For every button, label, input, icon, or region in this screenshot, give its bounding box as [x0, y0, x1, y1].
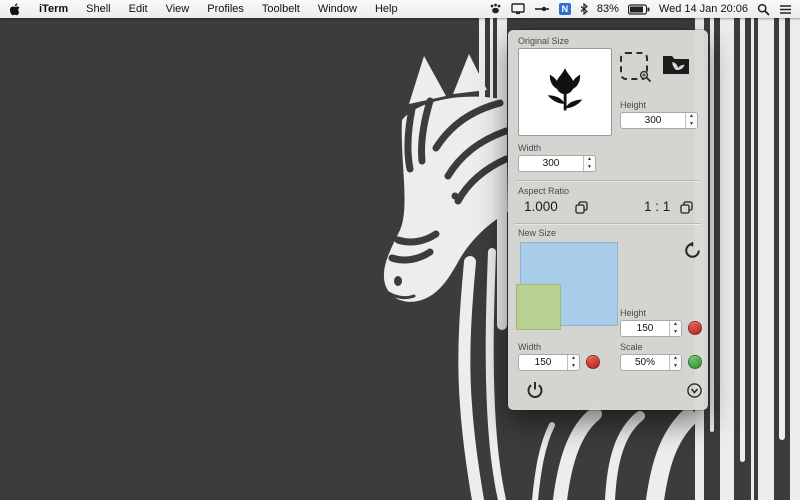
battery-icon[interactable] — [628, 4, 650, 15]
menu-app-name[interactable]: iTerm — [30, 0, 77, 18]
original-height-field[interactable]: 300 ▲▼ — [620, 112, 698, 129]
expand-button[interactable] — [687, 383, 702, 403]
menu-view[interactable]: View — [157, 0, 199, 18]
original-width-value: 300 — [519, 156, 583, 171]
folder-icon — [661, 52, 691, 77]
divider — [515, 223, 701, 224]
original-width-label: Width — [518, 143, 541, 153]
volume-slider-icon[interactable] — [534, 4, 550, 14]
menu-bar-clock[interactable]: Wed 14 Jan 20:06 — [659, 3, 748, 15]
power-icon — [526, 381, 544, 399]
copy-ratio-fraction-button[interactable] — [680, 201, 693, 214]
divider — [515, 180, 701, 181]
menu-shell[interactable]: Shell — [77, 0, 119, 18]
scaled-size-preview — [516, 284, 561, 330]
height-toggle-button[interactable] — [688, 321, 702, 335]
new-width-value: 150 — [519, 355, 567, 370]
chevron-down-circle-icon — [687, 383, 702, 398]
width-toggle-button[interactable] — [586, 355, 600, 369]
new-height-stepper[interactable]: ▲▼ — [669, 321, 681, 336]
undo-icon — [684, 242, 701, 259]
notification-center-icon[interactable] — [779, 4, 792, 15]
desktop: iTerm Shell Edit View Profiles Toolbelt … — [0, 0, 800, 500]
scale-field[interactable]: 50% ▲▼ — [620, 354, 682, 371]
new-height-label: Height — [620, 308, 646, 318]
power-button[interactable] — [526, 381, 544, 404]
copy-icon — [575, 201, 588, 214]
menu-bar: iTerm Shell Edit View Profiles Toolbelt … — [0, 0, 800, 18]
bluetooth-icon[interactable] — [580, 3, 588, 15]
new-size-label: New Size — [518, 228, 556, 238]
copy-ratio-decimal-button[interactable] — [575, 201, 588, 214]
new-width-label: Width — [518, 342, 541, 352]
menu-profiles[interactable]: Profiles — [198, 0, 253, 18]
capture-selection-button[interactable] — [620, 52, 648, 80]
new-width-field[interactable]: 150 ▲▼ — [518, 354, 580, 371]
aspect-ratio-label: Aspect Ratio — [518, 186, 569, 196]
battery-percentage: 83% — [597, 3, 619, 15]
apple-icon — [10, 3, 21, 16]
reset-button[interactable] — [684, 242, 701, 264]
ratio-fraction-value: 1 : 1 — [644, 199, 670, 214]
paw-icon[interactable] — [489, 3, 502, 15]
original-height-stepper[interactable]: ▲▼ — [685, 113, 697, 128]
open-file-button[interactable] — [661, 52, 691, 82]
original-image-preview[interactable] — [518, 48, 612, 136]
copy-icon — [680, 201, 693, 214]
magnifier-plus-icon — [639, 70, 652, 83]
original-height-value: 300 — [621, 113, 685, 128]
scale-label: Scale — [620, 342, 643, 352]
scale-stepper[interactable]: ▲▼ — [669, 355, 681, 370]
scale-toggle-button[interactable] — [688, 355, 702, 369]
original-size-label: Original Size — [518, 36, 569, 46]
menu-edit[interactable]: Edit — [120, 0, 157, 18]
menu-toolbelt[interactable]: Toolbelt — [253, 0, 309, 18]
new-height-value: 150 — [621, 321, 669, 336]
menu-bar-status: N 83% Wed 14 Jan 20:06 — [489, 3, 800, 16]
flower-icon — [539, 66, 591, 118]
search-icon[interactable] — [757, 3, 770, 16]
menu-window[interactable]: Window — [309, 0, 366, 18]
original-width-stepper[interactable]: ▲▼ — [583, 156, 595, 171]
apple-menu[interactable] — [0, 3, 30, 16]
original-width-field[interactable]: 300 ▲▼ — [518, 155, 596, 172]
ratio-decimal-value: 1.000 — [524, 199, 558, 214]
scale-value: 50% — [621, 355, 669, 370]
new-width-stepper[interactable]: ▲▼ — [567, 355, 579, 370]
new-height-field[interactable]: 150 ▲▼ — [620, 320, 682, 337]
resize-panel: Original Size — [508, 30, 708, 410]
original-height-label: Height — [620, 100, 646, 110]
n-app-icon[interactable]: N — [559, 3, 571, 15]
menu-help[interactable]: Help — [366, 0, 407, 18]
display-icon[interactable] — [511, 3, 525, 15]
